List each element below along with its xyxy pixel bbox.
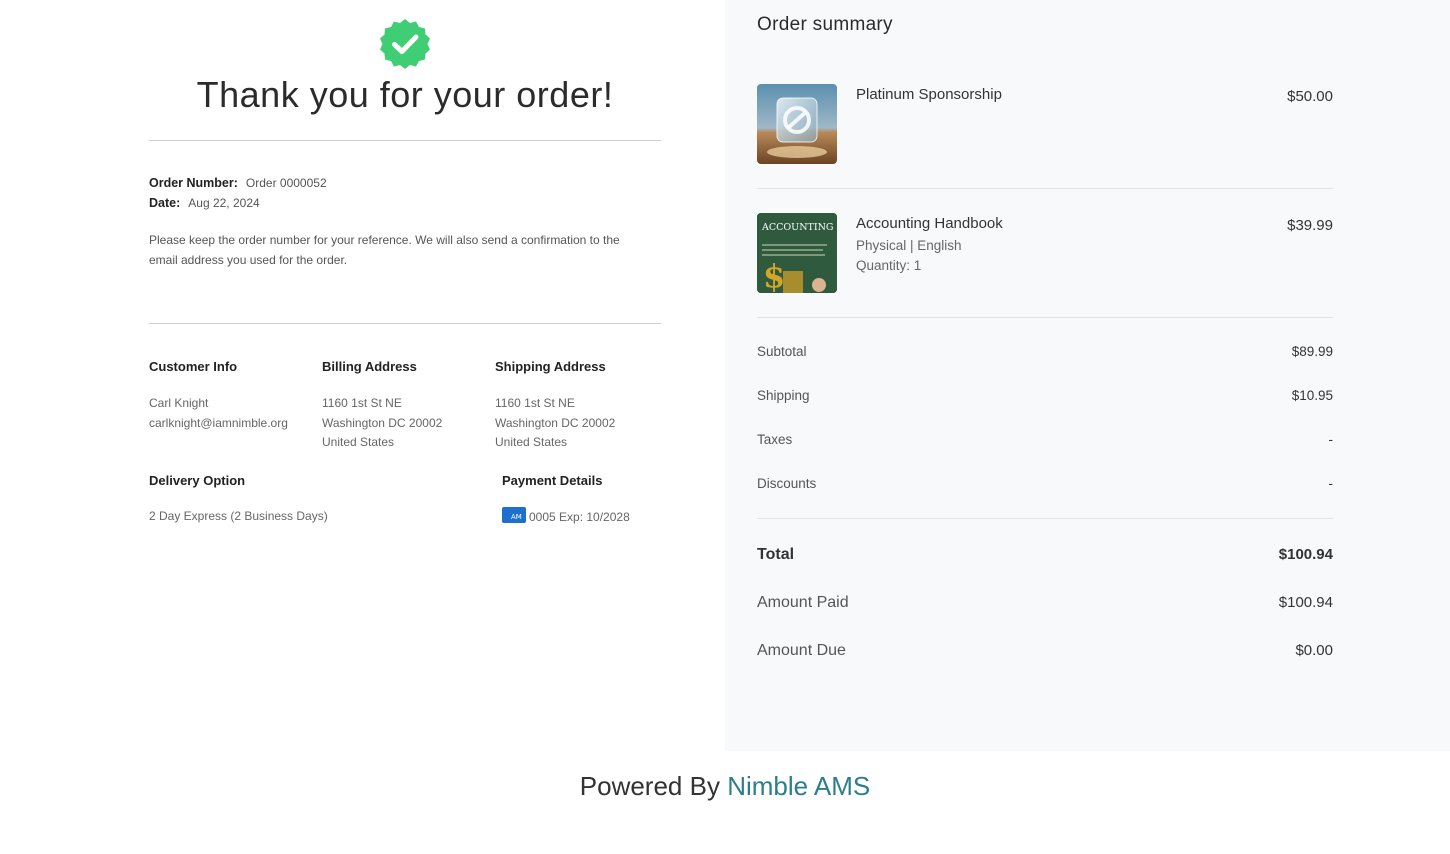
order-number-label: Order Number: xyxy=(149,176,238,190)
divider xyxy=(757,188,1333,189)
shipping-label: Shipping xyxy=(757,388,810,403)
subtotal-label: Subtotal xyxy=(757,344,807,359)
subtotal-row: Subtotal $89.99 xyxy=(757,344,1333,359)
divider xyxy=(757,518,1333,519)
taxes-row: Taxes - xyxy=(757,432,1333,447)
shipping-address: 1160 1st St NE Washington DC 20002 Unite… xyxy=(495,394,635,453)
discounts-row: Discounts - xyxy=(757,476,1333,491)
amount-due-row: Amount Due $0.00 xyxy=(757,642,1333,660)
divider xyxy=(149,323,661,324)
order-number-row: Order Number: Order 0000052 xyxy=(149,176,327,190)
book-cover-title: ACCOUNTING HANDBOOK xyxy=(761,222,837,233)
order-date-value: Aug 22, 2024 xyxy=(188,196,260,210)
amount-paid-label: Amount Paid xyxy=(757,594,849,611)
payment-details: 0005 Exp: 10/2028 xyxy=(502,507,630,528)
order-summary-panel: Order summary Platinum Sponsorship $50.0… xyxy=(725,0,1450,751)
billing-address: 1160 1st St NE Washington DC 20002 Unite… xyxy=(322,394,462,453)
order-date-row: Date: Aug 22, 2024 xyxy=(149,196,260,210)
shipping-line-1: 1160 1st St NE xyxy=(495,396,575,410)
shipping-line-2: Washington DC 20002 xyxy=(495,415,616,430)
item-price: $50.00 xyxy=(1287,88,1333,105)
total-label: Total xyxy=(757,546,795,563)
confirmation-note: Please keep the order number for your re… xyxy=(149,233,620,267)
svg-text:$: $ xyxy=(763,257,785,293)
billing-line-3: United States xyxy=(322,435,395,449)
shipping-address-heading: Shipping Address xyxy=(495,359,606,374)
order-date-label: Date: xyxy=(149,196,181,210)
billing-line-2: Washington DC 20002 xyxy=(322,415,443,430)
order-number-value: Order 0000052 xyxy=(245,176,327,190)
item-quantity: Quantity: 1 xyxy=(856,258,922,273)
accounting-handbook-thumbnail: ACCOUNTING HANDBOOK $ xyxy=(757,213,837,293)
delivery-option-heading: Delivery Option xyxy=(149,473,246,488)
shipping-line-3: United States xyxy=(495,435,568,449)
subtotal-value: $89.99 xyxy=(1291,344,1333,359)
item-variant: Physical | English xyxy=(856,238,962,253)
order-summary-title: Order summary xyxy=(757,14,893,35)
taxes-value: - xyxy=(1328,432,1334,447)
discounts-label: Discounts xyxy=(757,476,817,491)
item-name: Platinum Sponsorship xyxy=(856,86,1002,103)
discounts-value: - xyxy=(1328,476,1334,491)
platinum-sponsorship-thumbnail xyxy=(757,84,837,164)
amount-paid-value: $100.94 xyxy=(1278,594,1333,611)
billing-line-1: 1160 1st St NE xyxy=(322,396,402,410)
item-name: Accounting Handbook xyxy=(856,215,1003,232)
taxes-label: Taxes xyxy=(757,432,793,447)
divider xyxy=(149,140,661,141)
delivery-option-value: 2 Day Express (2 Business Days) xyxy=(149,509,328,523)
amount-paid-row: Amount Paid $100.94 xyxy=(757,594,1333,612)
total-value: $100.94 xyxy=(1278,546,1333,563)
amount-due-value: $0.00 xyxy=(1295,642,1333,659)
customer-info: Carl Knight carlknight@iamnimble.org xyxy=(149,394,289,433)
shipping-value: $10.95 xyxy=(1291,388,1333,403)
powered-by-label: Powered By xyxy=(579,771,720,801)
nimble-ams-link[interactable]: Nimble AMS xyxy=(727,771,870,801)
customer-info-heading: Customer Info xyxy=(149,359,238,374)
item-price: $39.99 xyxy=(1287,217,1333,234)
total-row: Total $100.94 xyxy=(757,546,1333,564)
billing-address-heading: Billing Address xyxy=(322,359,417,374)
payment-details-heading: Payment Details xyxy=(502,473,603,488)
check-badge-icon xyxy=(380,19,430,69)
page-title: Thank you for your order! xyxy=(196,74,614,115)
amount-due-label: Amount Due xyxy=(757,642,846,659)
shipping-row: Shipping $10.95 xyxy=(757,388,1333,403)
amex-card-icon xyxy=(502,507,526,528)
customer-email: carlknight@iamnimble.org xyxy=(149,415,288,430)
divider xyxy=(757,317,1333,318)
payment-card-value: 0005 Exp: 10/2028 xyxy=(529,510,630,524)
powered-by-footer: Powered By Nimble AMS xyxy=(0,771,1450,802)
customer-name: Carl Knight xyxy=(149,396,209,410)
